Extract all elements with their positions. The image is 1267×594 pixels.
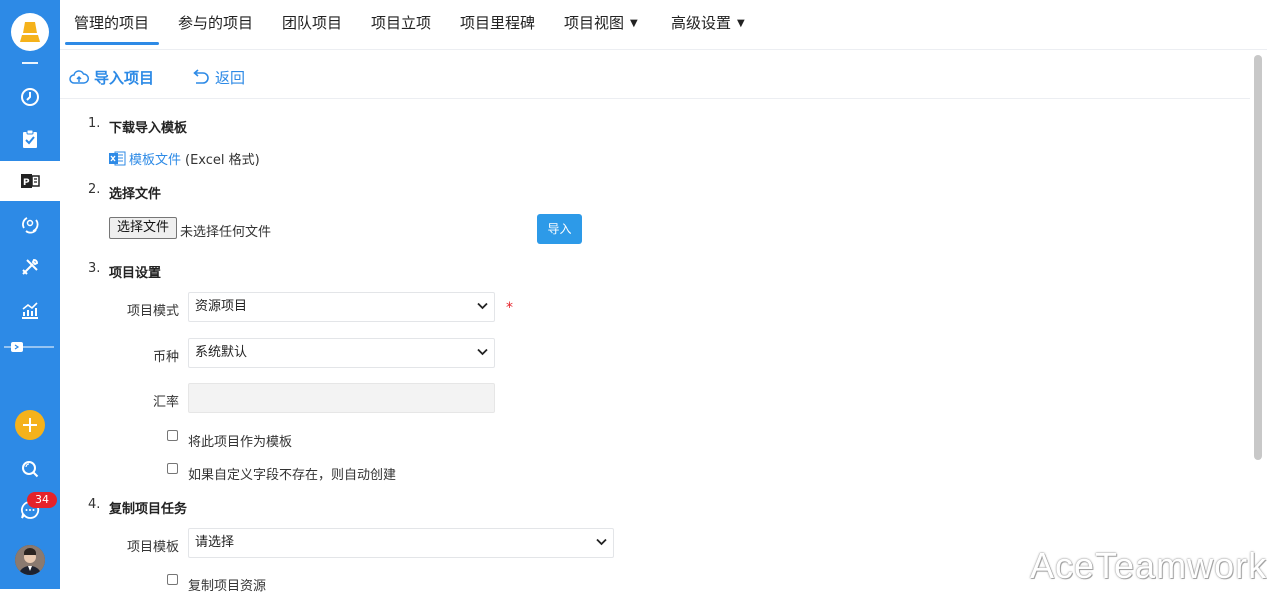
step-number: 3. [88,261,101,276]
step-number: 4. [88,497,101,512]
excel-icon [109,151,126,166]
import-project-label: 导入项目 [94,69,155,87]
step-number: 2. [88,182,101,197]
copy-resources-label: 复制项目资源 [188,579,267,594]
required-mark: * [506,300,513,316]
sidebar-collapse-slider[interactable] [0,340,60,354]
cloud-upload-icon [69,69,89,84]
import-project-title: 导入项目 [69,67,154,88]
copy-resources-checkbox[interactable] [167,574,178,585]
project-mode-label: 项目模式 [126,304,179,319]
chevron-down-icon [596,538,607,546]
clock-icon[interactable] [0,77,60,117]
tab-managed-projects[interactable]: 管理的项目 [74,0,149,46]
caret-down-icon: ▼ [630,17,638,29]
chart-icon[interactable] [0,290,60,330]
svg-text:P: P [23,178,30,188]
project-template-select[interactable]: 请选择 [188,528,614,558]
watermark: AceTeamwork [1030,545,1267,586]
auto-create-fields-checkbox[interactable] [167,463,178,474]
chevron-down-icon [477,302,488,310]
project-template-label: 项目模板 [126,540,179,555]
template-file-label: 模板文件 [129,153,182,168]
tab-project-views[interactable]: 项目视图 ▼ [564,0,638,46]
team-cycle-icon[interactable] [0,204,60,244]
tab-advanced-settings-label: 高级设置 [671,14,732,32]
search-icon[interactable] [0,449,60,489]
project-mode-select[interactable]: 资源项目 [188,292,495,322]
step-number: 1. [88,116,101,131]
active-tab-indicator [65,42,159,45]
chevron-down-icon [477,348,488,356]
project-mode-value: 资源项目 [195,299,248,314]
template-format-note: (Excel 格式) [185,153,260,168]
plus-icon [23,418,37,432]
caret-down-icon: ▼ [737,17,745,29]
import-form: 1. 下载导入模板 模板文件 (Excel 格式) 2. 选择文件 选择文件 未… [60,100,1250,594]
toolbar: 导入项目 返回 [60,51,1250,99]
currency-label: 币种 [152,350,179,365]
tab-project-initiation[interactable]: 项目立项 [371,0,431,46]
step2-title: 选择文件 [109,187,162,202]
message-count-badge: 34 [27,492,57,508]
tab-project-views-label: 项目视图 [564,14,625,32]
add-button[interactable] [15,410,45,440]
currency-select[interactable]: 系统默认 [188,338,495,368]
import-button[interactable]: 导入 [537,214,582,244]
exchange-rate-input [188,383,495,413]
logo-icon[interactable] [11,13,49,51]
tab-advanced-settings[interactable]: 高级设置 ▼ [671,0,745,46]
avatar[interactable] [15,545,45,575]
template-file-link[interactable]: 模板文件 (Excel 格式) [109,149,260,168]
back-button[interactable]: 返回 [190,67,245,88]
auto-create-fields-label: 如果自定义字段不存在，则自动创建 [188,468,397,483]
step4-title: 复制项目任务 [109,502,188,517]
choose-file-button[interactable]: 选择文件 [109,217,178,239]
project-template-value: 请选择 [195,535,235,550]
project-icon[interactable]: P [0,161,60,201]
back-label: 返回 [215,69,246,87]
tab-team-projects[interactable]: 团队项目 [282,0,342,46]
sidebar: P 34 [0,0,60,589]
tools-icon[interactable] [0,247,60,287]
template-checkbox-label: 将此项目作为模板 [188,435,293,450]
tab-project-milestones[interactable]: 项目里程碑 [460,0,535,46]
undo-icon [193,68,209,84]
clipboard-check-icon[interactable] [0,119,60,159]
top-nav: 管理的项目 参与的项目 团队项目 项目立项 项目里程碑 项目视图 ▼ 高级设置 ▼ [60,0,1267,50]
file-status: 未选择任何文件 [180,225,272,240]
step1-title: 下载导入模板 [109,121,188,136]
currency-value: 系统默认 [195,345,248,360]
vertical-scrollbar[interactable] [1254,55,1262,460]
exchange-rate-label: 汇率 [152,395,179,410]
template-checkbox[interactable] [167,430,178,441]
sidebar-divider [22,62,38,64]
tab-participated-projects[interactable]: 参与的项目 [178,0,253,46]
step3-title: 项目设置 [109,266,162,281]
